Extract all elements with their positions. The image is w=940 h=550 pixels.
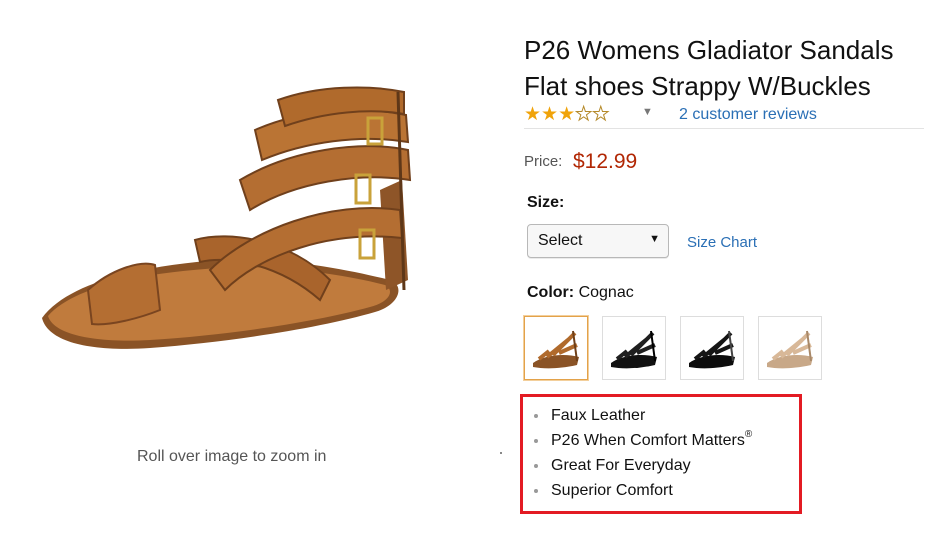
color-selected-value: Cognac <box>578 284 634 301</box>
rating-dropdown-caret-icon[interactable]: ▼ <box>642 106 653 118</box>
star-rating[interactable]: ★★★★★ <box>524 104 610 126</box>
price-value: $12.99 <box>573 150 638 173</box>
sandal-thumbnail-icon <box>689 330 735 369</box>
feature-text: Faux Leather <box>551 407 646 424</box>
sandal-thumbnail-icon <box>767 330 813 369</box>
zoom-hint: Roll over image to zoom in <box>137 448 327 465</box>
feature-bullet: Superior Comfort <box>531 478 752 503</box>
color-swatch-cognac[interactable] <box>524 316 588 380</box>
sandal-thumbnail-icon <box>533 330 579 369</box>
product-title-line1: P26 Womens Gladiator Sandals <box>524 35 894 65</box>
size-select-value: Select <box>538 232 583 249</box>
chevron-down-icon: ▼ <box>649 233 660 245</box>
size-chart-link[interactable]: Size Chart <box>687 234 757 251</box>
feature-bullet: P26 When Comfort Matters® <box>531 428 752 453</box>
color-label-title: Color: <box>527 284 575 301</box>
star-filled-icon: ★ <box>541 104 559 125</box>
customer-reviews-link[interactable]: 2 customer reviews <box>679 106 817 124</box>
size-label: Size: <box>527 194 565 211</box>
section-divider <box>524 128 924 129</box>
size-select[interactable]: Select ▼ <box>527 224 669 258</box>
star-empty-icon: ★ <box>592 104 610 126</box>
price-label: Price: <box>524 153 563 170</box>
product-image[interactable] <box>30 80 430 370</box>
feature-text: Superior Comfort <box>551 482 673 499</box>
product-title: P26 Womens Gladiator Sandals Flat shoes … <box>524 32 926 104</box>
rating-row: ★★★★★ ▼ 2 customer reviews <box>524 104 924 128</box>
color-label: Color: Cognac <box>527 284 634 302</box>
feature-bullets: Faux Leather P26 When Comfort Matters® G… <box>531 403 752 503</box>
feature-text: Great For Everyday <box>551 457 691 474</box>
sandal-thumbnail-icon <box>611 330 657 369</box>
feature-bullet: Faux Leather <box>531 403 752 428</box>
product-title-line2: Flat shoes Strappy W/Buckles <box>524 71 871 101</box>
features-highlight-box: Faux Leather P26 When Comfort Matters® G… <box>520 394 802 514</box>
star-filled-icon: ★ <box>524 104 542 125</box>
star-empty-icon: ★ <box>575 104 593 126</box>
color-swatch-nude[interactable] <box>758 316 822 380</box>
feature-text: P26 When Comfort Matters <box>551 432 745 449</box>
feature-bullet: Great For Everyday <box>531 453 752 478</box>
color-swatch-black-patent[interactable] <box>680 316 744 380</box>
divider-dot <box>500 452 502 454</box>
registered-mark: ® <box>744 429 753 440</box>
star-filled-icon: ★ <box>558 104 576 125</box>
color-swatch-black[interactable] <box>602 316 666 380</box>
